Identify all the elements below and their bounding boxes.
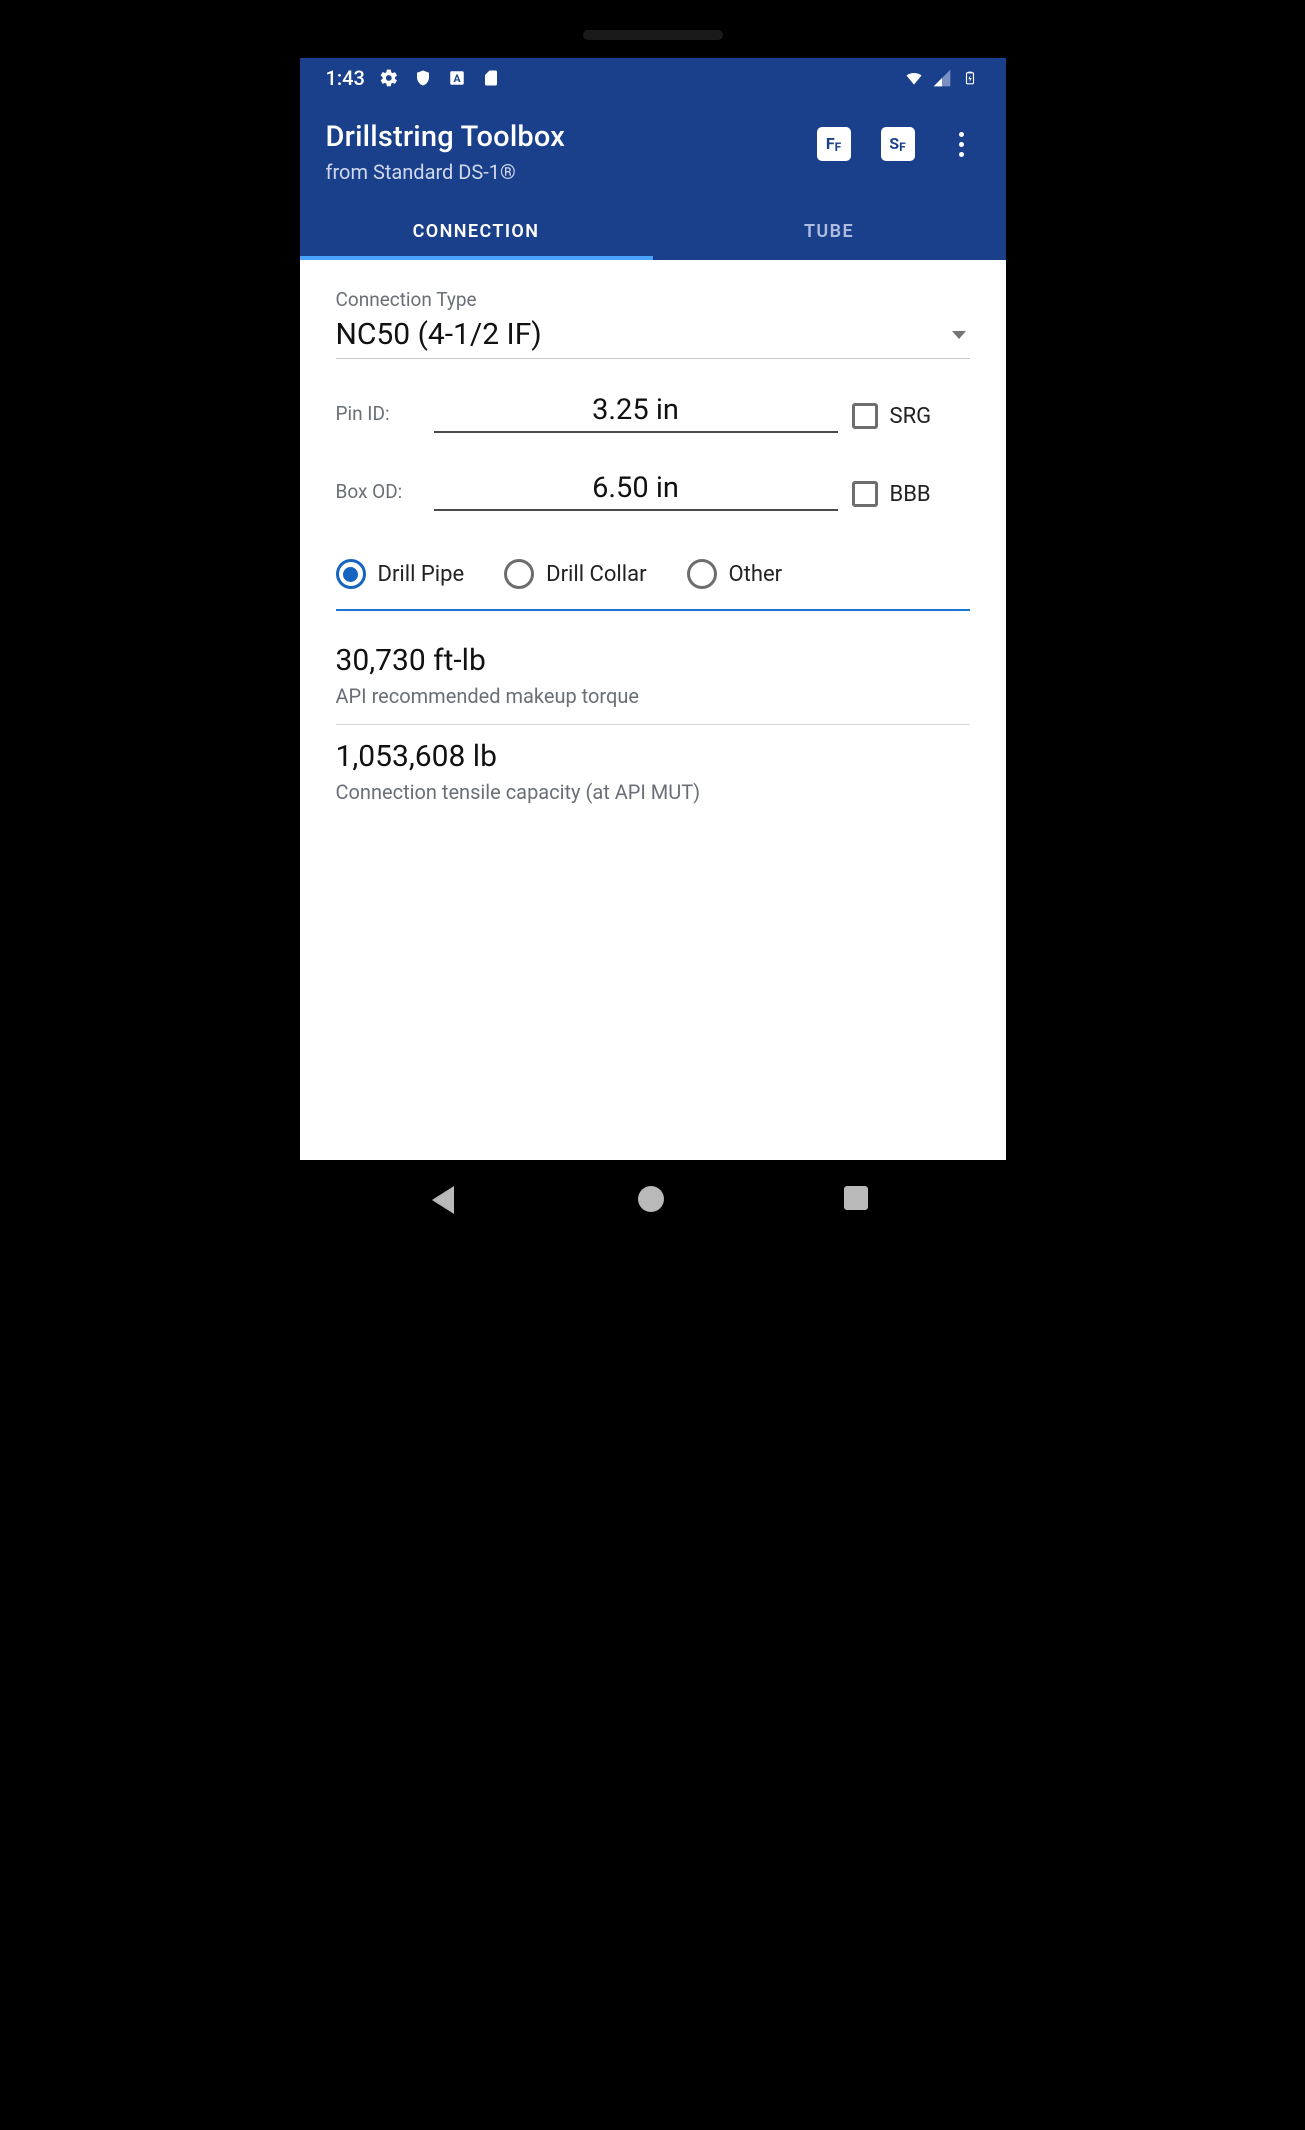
- sd-card-icon: [481, 68, 501, 88]
- result-desc: API recommended makeup torque: [336, 684, 970, 708]
- connection-type-label: Connection Type: [336, 288, 970, 311]
- box-od-input[interactable]: 6.50 in: [434, 471, 838, 511]
- svg-text:A: A: [453, 72, 461, 85]
- radio-label: Other: [729, 562, 783, 587]
- nav-recent-button[interactable]: [844, 1186, 874, 1216]
- result-makeup-torque: 30,730 ft-lb API recommended makeup torq…: [336, 629, 970, 725]
- radio-button-icon: [336, 559, 366, 589]
- content-area: Connection Type NC50 (4-1/2 IF) Pin ID: …: [300, 260, 1006, 1160]
- app-actions: FF SF: [816, 126, 980, 162]
- pin-id-row: Pin ID: 3.25 in SRG: [336, 393, 970, 433]
- back-triangle-icon: [432, 1186, 454, 1214]
- status-right: [904, 68, 980, 88]
- radio-label: Drill Collar: [546, 562, 646, 587]
- radio-label: Drill Pipe: [378, 562, 465, 587]
- status-time: 1:43: [326, 66, 365, 90]
- radio-other[interactable]: Other: [687, 559, 783, 589]
- result-tensile-capacity: 1,053,608 lb Connection tensile capacity…: [336, 725, 970, 820]
- result-desc: Connection tensile capacity (at API MUT): [336, 780, 970, 804]
- radio-button-icon: [504, 559, 534, 589]
- recent-square-icon: [844, 1186, 868, 1210]
- screen: 1:43 A: [300, 58, 1006, 1160]
- phone-speaker: [583, 30, 723, 40]
- status-bar: 1:43 A: [300, 58, 1006, 98]
- nav-back-button[interactable]: [432, 1186, 462, 1216]
- system-nav-bar: [224, 1160, 1082, 1230]
- checkbox-box-icon: [852, 403, 878, 429]
- pin-id-label: Pin ID:: [336, 402, 420, 433]
- gear-icon: [379, 68, 399, 88]
- ff-button[interactable]: FF: [816, 126, 852, 162]
- connection-type-field: Connection Type NC50 (4-1/2 IF): [336, 288, 970, 359]
- box-od-label: Box OD:: [336, 480, 420, 511]
- result-value: 30,730 ft-lb: [336, 643, 970, 678]
- result-value: 1,053,608 lb: [336, 739, 970, 774]
- shield-icon: [413, 68, 433, 88]
- overflow-menu-button[interactable]: [944, 126, 980, 162]
- pin-id-input[interactable]: 3.25 in: [434, 393, 838, 433]
- device-frame: 1:43 A: [224, 30, 1082, 1270]
- tab-tube[interactable]: TUBE: [653, 202, 1006, 260]
- radio-button-icon: [687, 559, 717, 589]
- battery-charging-icon: [960, 68, 980, 88]
- connection-type-value: NC50 (4-1/2 IF): [336, 317, 542, 352]
- bbb-label: BBB: [890, 482, 931, 507]
- font-box-icon: A: [447, 68, 467, 88]
- app-titles: Drillstring Toolbox from Standard DS-1®: [326, 120, 566, 184]
- more-vert-icon: [959, 132, 964, 157]
- radio-drill-collar[interactable]: Drill Collar: [504, 559, 646, 589]
- home-circle-icon: [638, 1186, 664, 1212]
- srg-label: SRG: [890, 404, 932, 429]
- bbb-checkbox[interactable]: BBB: [852, 481, 970, 511]
- app-title: Drillstring Toolbox: [326, 120, 566, 154]
- tab-bar: CONNECTION TUBE: [300, 202, 1006, 260]
- tab-label: CONNECTION: [413, 221, 540, 242]
- status-left: 1:43 A: [326, 66, 501, 90]
- sf-button[interactable]: SF: [880, 126, 916, 162]
- sf-icon: SF: [881, 127, 915, 161]
- cell-signal-icon: [932, 68, 952, 88]
- chevron-down-icon: [952, 331, 966, 339]
- tab-connection[interactable]: CONNECTION: [300, 202, 653, 260]
- connection-type-dropdown[interactable]: NC50 (4-1/2 IF): [336, 315, 970, 359]
- tab-label: TUBE: [804, 221, 854, 242]
- checkbox-box-icon: [852, 481, 878, 507]
- ff-icon: FF: [817, 127, 851, 161]
- srg-checkbox[interactable]: SRG: [852, 403, 970, 433]
- app-bar: Drillstring Toolbox from Standard DS-1® …: [300, 98, 1006, 202]
- app-subtitle: from Standard DS-1®: [326, 160, 566, 184]
- pipe-type-radio-group: Drill Pipe Drill Collar Other: [336, 549, 970, 611]
- wifi-icon: [904, 68, 924, 88]
- nav-home-button[interactable]: [638, 1186, 668, 1216]
- radio-drill-pipe[interactable]: Drill Pipe: [336, 559, 465, 589]
- box-od-row: Box OD: 6.50 in BBB: [336, 471, 970, 511]
